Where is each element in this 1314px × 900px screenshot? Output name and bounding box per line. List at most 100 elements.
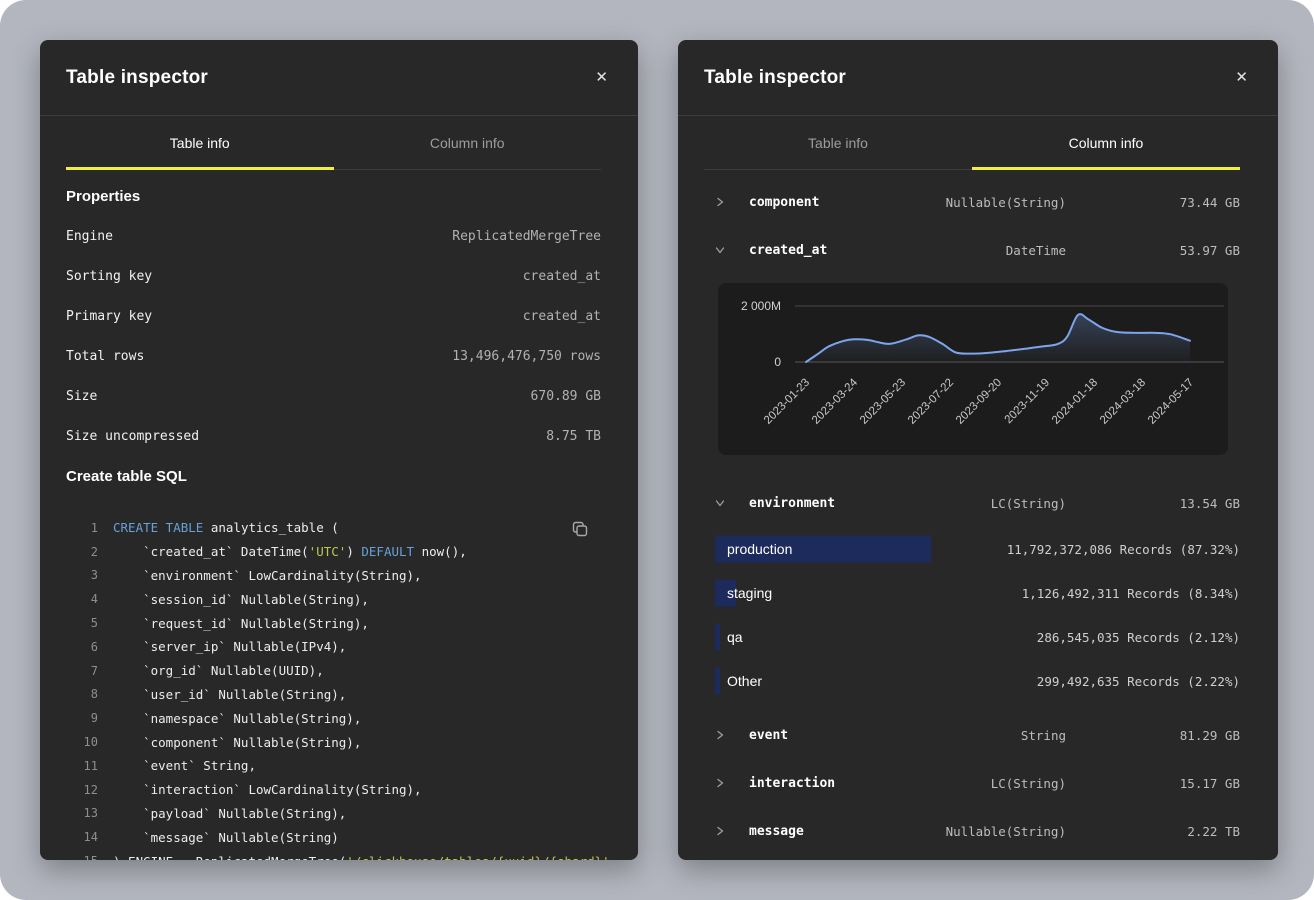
- table-inspector-dialog-table-info: Table inspector ✕ Table info Column info…: [40, 40, 638, 860]
- dialog-title: Table inspector: [704, 67, 846, 89]
- value-distribution: production 11,792,372,086 Records (87.32…: [678, 527, 1278, 703]
- create-table-sql-heading: Create table SQL: [66, 466, 601, 488]
- line-number: 1: [66, 521, 98, 535]
- sql-code-line: 13 `payload` Nullable(String),: [66, 802, 601, 826]
- tab-table-info[interactable]: Table info: [704, 116, 972, 169]
- property-label: Sorting key: [66, 269, 152, 284]
- property-value: 670.89 GB: [531, 389, 601, 404]
- property-label: Engine: [66, 229, 113, 244]
- line-number: 7: [66, 664, 98, 678]
- value-records: 299,492,635 Records (2.22%): [1037, 674, 1240, 689]
- close-icon: ✕: [595, 69, 608, 86]
- property-value: created_at: [523, 269, 601, 284]
- line-number: 9: [66, 711, 98, 725]
- tab-bar: Table info Column info: [66, 116, 601, 170]
- line-number: 15: [66, 854, 98, 860]
- tab-column-info[interactable]: Column info: [972, 116, 1240, 169]
- column-row[interactable]: message Nullable(String) 2.22 TB: [715, 807, 1240, 855]
- svg-text:2024-03-18: 2024-03-18: [1098, 377, 1148, 427]
- sql-code-text: `interaction` LowCardinality(String),: [113, 782, 422, 797]
- sql-code-line: 4 `session_id` Nullable(String),: [66, 587, 601, 611]
- chevron-down-icon: [715, 245, 725, 255]
- sql-code-text: `event` String,: [113, 758, 256, 773]
- desktop-background: Table inspector ✕ Table info Column info…: [0, 0, 1314, 900]
- column-name: created_at: [749, 243, 866, 258]
- created-at-histogram-chart: 2 000M 0 2023-01-232023-03-242023-05-232…: [718, 283, 1228, 455]
- tab-bar: Table info Column info: [704, 116, 1240, 170]
- column-row[interactable]: interaction LC(String) 15.17 GB: [715, 759, 1240, 807]
- sql-code-line: 14 `message` Nullable(String): [66, 825, 601, 849]
- dialog-header: Table inspector ✕: [678, 40, 1278, 116]
- property-value: 13,496,476,750 rows: [452, 349, 601, 364]
- column-row[interactable]: environment LC(String) 13.54 GB: [715, 479, 1240, 527]
- sql-code-text: `org_id` Nullable(UUID),: [113, 663, 324, 678]
- sql-code-text: `namespace` Nullable(String),: [113, 711, 361, 726]
- property-row: Sorting key created_at: [66, 256, 601, 296]
- property-value: ReplicatedMergeTree: [452, 229, 601, 244]
- sql-code-line: 15 ) ENGINE = ReplicatedMergeTree('/clic…: [66, 849, 601, 860]
- property-row: Primary key created_at: [66, 296, 601, 336]
- properties-list: Engine ReplicatedMergeTree Sorting key c…: [66, 216, 601, 456]
- column-type: Nullable(String): [866, 195, 1066, 210]
- tab-column-info[interactable]: Column info: [334, 116, 602, 169]
- tab-label: Table info: [808, 135, 868, 151]
- property-value: 8.75 TB: [546, 429, 601, 444]
- value-records: 286,545,035 Records (2.12%): [1037, 630, 1240, 645]
- sql-code-text: `payload` Nullable(String),: [113, 806, 346, 821]
- sql-code-text: `server_ip` Nullable(IPv4),: [113, 639, 346, 654]
- property-row: Size uncompressed 8.75 TB: [66, 416, 601, 456]
- sql-code-line: 12 `interaction` LowCardinality(String),: [66, 778, 601, 802]
- value-label: production: [727, 541, 792, 557]
- property-label: Size: [66, 389, 97, 404]
- sql-code-line: 10 `component` Nullable(String),: [66, 730, 601, 754]
- column-name: component: [749, 195, 866, 210]
- line-number: 10: [66, 735, 98, 749]
- sql-code-line: 9 `namespace` Nullable(String),: [66, 706, 601, 730]
- column-size: 2.22 TB: [1066, 824, 1240, 839]
- property-label: Primary key: [66, 309, 152, 324]
- column-size: 53.97 GB: [1066, 243, 1240, 258]
- column-size: 15.17 GB: [1066, 776, 1240, 791]
- sql-code-text: `request_id` Nullable(String),: [113, 616, 369, 631]
- svg-text:2023-11-19: 2023-11-19: [1003, 377, 1052, 426]
- close-button[interactable]: ✕: [591, 66, 612, 89]
- column-name: message: [749, 824, 866, 839]
- column-row[interactable]: event String 81.29 GB: [715, 711, 1240, 759]
- sql-code-block: 1 CREATE TABLE analytics_table ( 2 `crea…: [66, 516, 601, 860]
- column-name: event: [749, 728, 866, 743]
- svg-text:2024-01-18: 2024-01-18: [1050, 377, 1100, 427]
- line-number: 6: [66, 640, 98, 654]
- line-number: 3: [66, 568, 98, 582]
- tab-label: Column info: [1069, 135, 1144, 151]
- sql-code-text: `message` Nullable(String): [113, 830, 339, 845]
- svg-text:2023-03-24: 2023-03-24: [810, 376, 861, 427]
- value-row: production 11,792,372,086 Records (87.32…: [715, 527, 1240, 571]
- tab-table-info[interactable]: Table info: [66, 116, 334, 169]
- sql-code-text: `session_id` Nullable(String),: [113, 592, 369, 607]
- close-icon: ✕: [1235, 69, 1248, 86]
- property-value: created_at: [523, 309, 601, 324]
- line-number: 8: [66, 687, 98, 701]
- column-type: DateTime: [866, 243, 1066, 258]
- dialog-scroll-area[interactable]: Properties Engine ReplicatedMergeTree So…: [40, 186, 638, 860]
- value-row: qa 286,545,035 Records (2.12%): [715, 615, 1240, 659]
- sql-code-text: `created_at` DateTime('UTC') DEFAULT now…: [113, 544, 467, 559]
- column-row[interactable]: component Nullable(String) 73.44 GB: [715, 178, 1240, 226]
- copy-button[interactable]: [569, 518, 591, 543]
- property-row: Engine ReplicatedMergeTree: [66, 216, 601, 256]
- sql-code-line: 3 `environment` LowCardinality(String),: [66, 564, 601, 588]
- column-row[interactable]: created_at DateTime 53.97 GB: [715, 226, 1240, 274]
- line-number: 11: [66, 759, 98, 773]
- tab-label: Column info: [430, 135, 505, 151]
- value-records: 11,792,372,086 Records (87.32%): [1007, 542, 1240, 557]
- chevron-right-icon: [715, 730, 725, 740]
- column-name: interaction: [749, 776, 866, 791]
- svg-text:2 000M: 2 000M: [741, 299, 781, 313]
- column-size: 81.29 GB: [1066, 728, 1240, 743]
- close-button[interactable]: ✕: [1231, 66, 1252, 89]
- value-label: staging: [727, 585, 772, 601]
- line-number: 14: [66, 830, 98, 844]
- columns-list[interactable]: component Nullable(String) 73.44 GB crea…: [678, 178, 1278, 855]
- column-type: LC(String): [866, 776, 1066, 791]
- dialog-title: Table inspector: [66, 67, 208, 89]
